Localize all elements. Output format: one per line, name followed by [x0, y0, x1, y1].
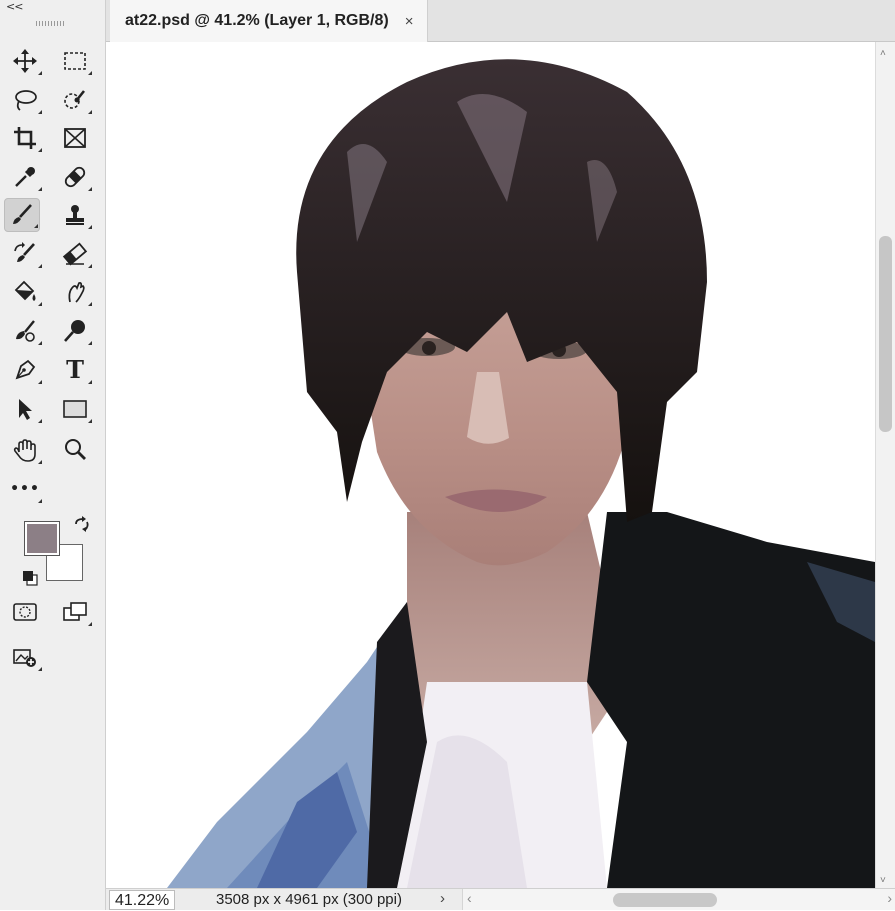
swap-colors-icon[interactable] [72, 516, 92, 536]
quick-select-icon [64, 90, 86, 109]
scroll-down-icon[interactable]: ˅ [880, 875, 886, 886]
frame-tool-button[interactable] [57, 121, 93, 155]
screen-mode-icon [63, 602, 87, 621]
screen-mode-button[interactable] [57, 595, 93, 629]
marquee-tool-button[interactable] [57, 44, 93, 78]
panel-grip[interactable] [36, 21, 66, 26]
lasso-tool-button[interactable] [7, 83, 43, 117]
move-icon [13, 49, 37, 73]
lasso-icon [15, 90, 37, 111]
quick-select-tool-button[interactable] [57, 83, 93, 117]
eraser-icon [62, 242, 88, 266]
ellipsis-icon: ••• [10, 481, 40, 497]
crop-icon [14, 127, 36, 149]
stamp-icon [66, 205, 84, 225]
type-icon: T [66, 355, 84, 384]
burn-icon [16, 320, 35, 342]
rect-marquee-icon [64, 52, 86, 70]
status-bar: 41.22% 3508 px x 4961 px (300 ppi) › ‹ › [106, 888, 895, 910]
painting-artwork [107, 42, 875, 888]
crop-tool-button[interactable] [7, 121, 43, 155]
rectangle-tool-button[interactable] [57, 392, 93, 426]
horizontal-scroll-thumb[interactable] [613, 893, 717, 907]
zoom-level-field[interactable]: 41.22% [109, 890, 176, 910]
bandage-icon [64, 166, 86, 188]
history-brush-icon [14, 242, 35, 262]
type-tool-button[interactable]: T [57, 353, 93, 387]
scroll-right-icon[interactable]: › [887, 890, 892, 906]
vertical-scroll-thumb[interactable] [879, 236, 892, 432]
burn-tool-button[interactable] [7, 314, 43, 348]
foreground-color-swatch[interactable] [24, 521, 60, 556]
arrow-icon [19, 399, 32, 420]
document-title: at22.psd @ 41.2% (Layer 1, RGB/8) [125, 12, 389, 29]
path-select-tool-button[interactable] [7, 392, 43, 426]
move-tool-button[interactable] [7, 44, 43, 78]
pen-icon [15, 359, 36, 380]
brush-icon [13, 204, 32, 224]
vertical-scrollbar[interactable]: ˄ ˅ [875, 42, 895, 888]
stamp-tool-button[interactable] [57, 198, 93, 232]
image-add-icon [13, 649, 36, 667]
rectangle-icon [63, 400, 87, 418]
more-tools-button[interactable]: ••• [7, 472, 43, 506]
quick-mask-icon [13, 603, 37, 621]
document-info: 3508 px x 4961 px (300 ppi) [216, 891, 402, 908]
quick-mask-button[interactable] [7, 595, 43, 629]
pen-tool-button[interactable] [7, 353, 43, 387]
status-menu-chevron-icon[interactable]: › [440, 890, 445, 907]
healing-tool-button[interactable] [57, 160, 93, 194]
tools-panel: << T ••• [0, 0, 106, 910]
document-canvas[interactable] [107, 42, 875, 888]
dodge-tool-button[interactable] [57, 314, 93, 348]
paint-bucket-tool-button[interactable] [7, 275, 43, 309]
frame-icon [64, 128, 86, 148]
magnifier-icon [65, 439, 86, 460]
horizontal-scrollbar[interactable]: ‹ › [462, 889, 895, 910]
hand-tool-button[interactable] [7, 433, 43, 467]
smudge-tool-button[interactable] [57, 275, 93, 309]
eraser-tool-button[interactable] [57, 237, 93, 271]
collapse-panel-button[interactable]: << [6, 0, 23, 13]
eyedropper-icon [15, 167, 35, 187]
zoom-tool-button[interactable] [57, 433, 93, 467]
default-colors-icon[interactable] [22, 570, 38, 586]
close-icon[interactable]: × [405, 13, 414, 30]
document-tab[interactable]: at22.psd @ 41.2% (Layer 1, RGB/8) × [110, 0, 429, 42]
edit-toolbar-button[interactable] [7, 640, 43, 674]
smudge-icon [68, 281, 85, 303]
paint-bucket-icon [14, 280, 36, 301]
document-tab-bar: at22.psd @ 41.2% (Layer 1, RGB/8) × [106, 0, 895, 42]
brush-tool-button[interactable] [4, 198, 40, 232]
eyedropper-tool-button[interactable] [7, 160, 43, 194]
dodge-icon [64, 320, 85, 342]
history-brush-tool-button[interactable] [7, 237, 43, 271]
scroll-left-icon[interactable]: ‹ [467, 890, 472, 906]
scroll-up-icon[interactable]: ˄ [880, 48, 886, 59]
hand-icon [13, 439, 36, 462]
